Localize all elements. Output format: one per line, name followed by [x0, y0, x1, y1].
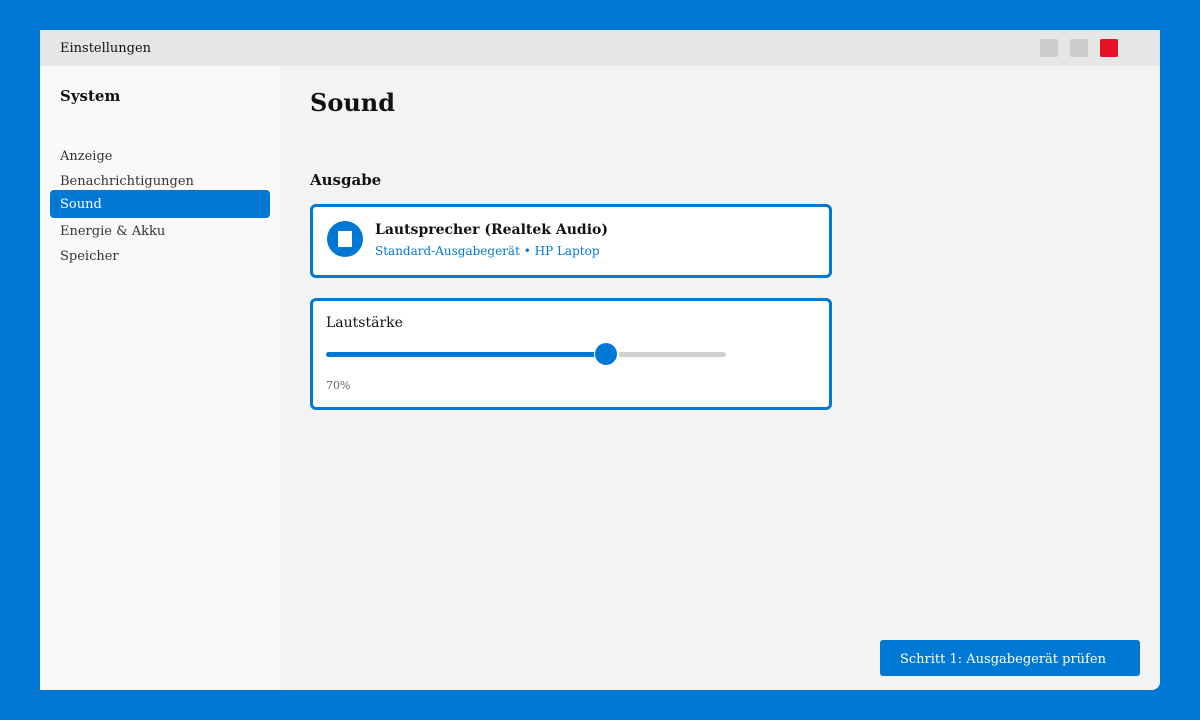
sidebar-item-label: Energie & Akku — [60, 224, 166, 239]
maximize-button[interactable] — [1070, 39, 1088, 57]
device-subtitle: Standard-Ausgabegerät • HP Laptop — [375, 244, 600, 258]
device-name: Lautsprecher (Realtek Audio) — [375, 222, 608, 238]
sidebar-item-sound[interactable]: Sound — [50, 190, 270, 218]
page-title: Sound — [310, 88, 396, 117]
slider-fill — [326, 352, 600, 357]
volume-value: 70% — [326, 379, 351, 392]
sidebar-item-label: Benachrichtigungen — [60, 174, 194, 189]
sidebar-item-label: Anzeige — [60, 149, 113, 164]
close-button[interactable] — [1100, 39, 1118, 57]
main-content: Sound Ausgabe Lautsprecher (Realtek Audi… — [280, 66, 1160, 690]
sidebar-item-speicher[interactable]: Speicher — [50, 242, 270, 270]
volume-label: Lautstärke — [326, 315, 403, 331]
settings-window: Einstellungen System Anzeige Benachricht… — [40, 30, 1160, 690]
sidebar-item-energie-akku[interactable]: Energie & Akku — [50, 217, 270, 245]
window-title: Einstellungen — [60, 41, 152, 56]
slider-thumb[interactable] — [595, 343, 617, 365]
sidebar-item-label: Sound — [60, 197, 102, 212]
volume-card: Lautstärke 70% — [310, 298, 832, 410]
step-button[interactable]: Schritt 1: Ausgabegerät prüfen — [880, 640, 1140, 676]
sidebar-heading: System — [60, 87, 121, 105]
minimize-button[interactable] — [1040, 39, 1058, 57]
title-bar: Einstellungen — [40, 30, 1160, 66]
sidebar-item-anzeige[interactable]: Anzeige — [50, 142, 270, 170]
step-button-label: Schritt 1: Ausgabegerät prüfen — [900, 652, 1106, 667]
sidebar: System Anzeige Benachrichtigungen Sound … — [40, 66, 280, 690]
speaker-icon — [327, 221, 363, 257]
output-device-card[interactable]: Lautsprecher (Realtek Audio) Standard-Au… — [310, 204, 832, 278]
section-title-ausgabe: Ausgabe — [310, 171, 382, 189]
sidebar-item-label: Speicher — [60, 249, 119, 264]
volume-slider[interactable] — [326, 341, 726, 367]
